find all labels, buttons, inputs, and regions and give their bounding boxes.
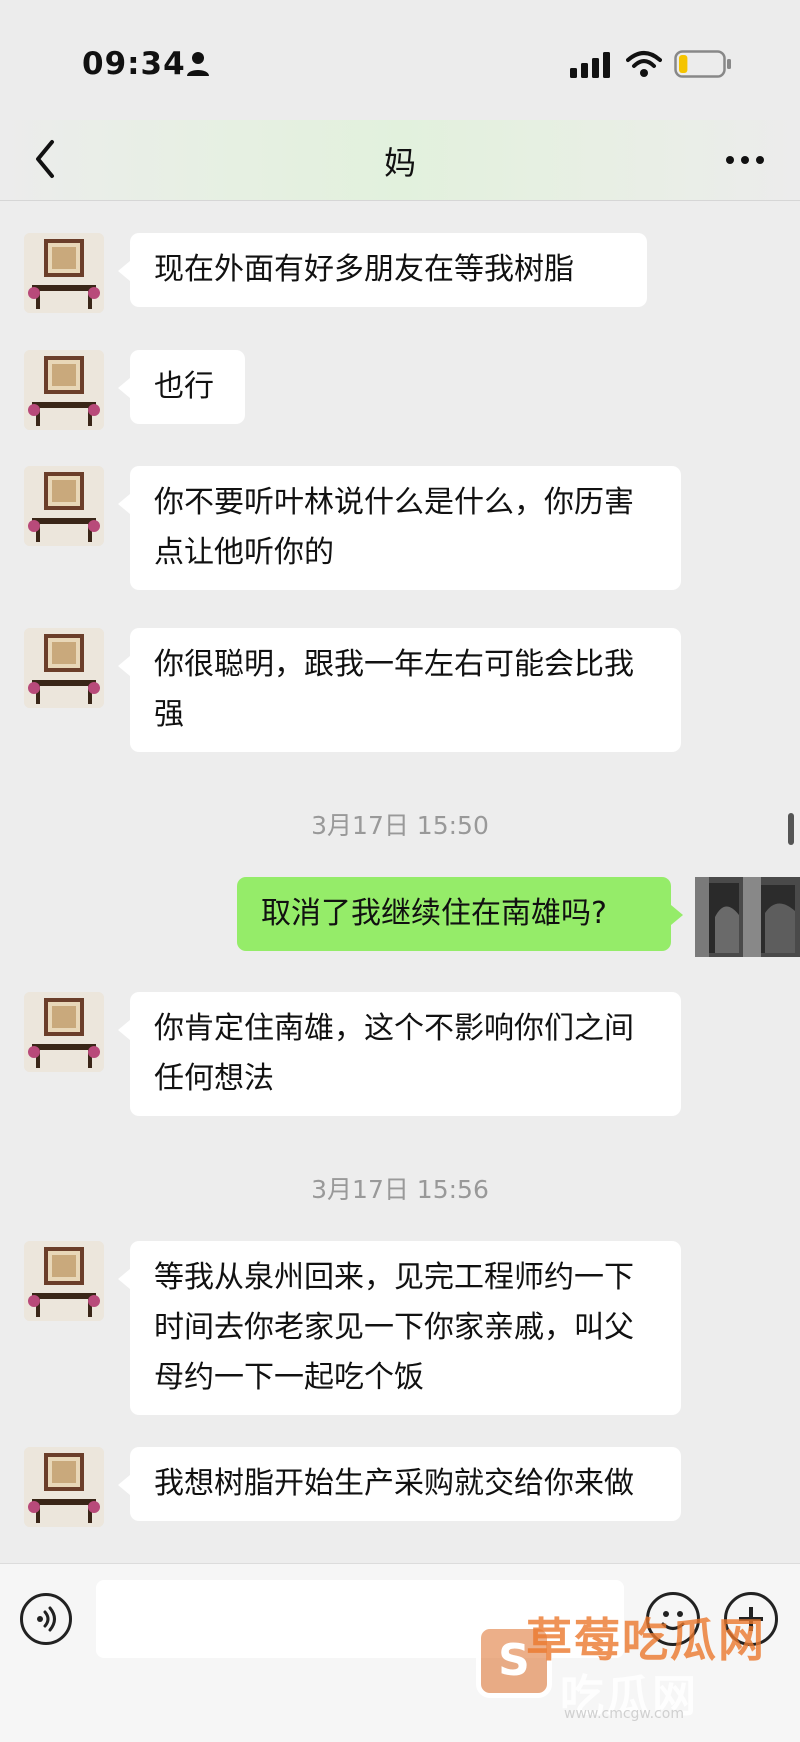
message-text: 等我从泉州回来，见完工程师约一下时间去你老家见一下你家亲戚，叫父母约一下一起吃个… <box>154 1260 634 1395</box>
chat-header: 妈 <box>0 120 800 201</box>
contact-avatar[interactable] <box>24 233 104 313</box>
emoji-icon <box>661 1611 685 1630</box>
message-text: 你肯定住南雄，这个不影响你们之间任何想法 <box>154 1011 634 1096</box>
message-bubble: 你不要听叶林说什么是什么，你历害点让他听你的 <box>118 466 681 590</box>
message-text: 你不要听叶林说什么是什么，你历害点让他听你的 <box>154 485 634 570</box>
input-bar <box>0 1563 800 1742</box>
message-timestamp: 3月17日 15:56 <box>311 1175 489 1204</box>
message-timestamp: 3月17日 15:50 <box>311 811 489 840</box>
battery-icon <box>674 50 731 78</box>
contact-avatar[interactable] <box>24 1447 104 1527</box>
scroll-indicator[interactable] <box>788 813 794 845</box>
message-text: 也行 <box>154 369 214 404</box>
status-bar: 09:34 <box>0 0 800 120</box>
message-bubble: 你肯定住南雄，这个不影响你们之间任何想法 <box>118 992 681 1116</box>
wifi-icon <box>626 51 662 77</box>
message-bubble: 也行 <box>118 350 245 424</box>
emoji-button[interactable] <box>646 1592 700 1646</box>
self-avatar[interactable] <box>695 877 800 957</box>
contact-avatar[interactable] <box>24 350 104 430</box>
status-time: 09:34 <box>82 46 186 82</box>
more-icon[interactable] <box>722 142 768 178</box>
message-text: 我想树脂开始生产采购就交给你来做 <box>154 1466 634 1501</box>
more-actions-button[interactable] <box>724 1592 778 1646</box>
message-bubble: 等我从泉州回来，见完工程师约一下时间去你老家见一下你家亲戚，叫父母约一下一起吃个… <box>118 1241 681 1415</box>
contact-avatar[interactable] <box>24 628 104 708</box>
message-text: 你很聪明，跟我一年左右可能会比我强 <box>154 647 634 732</box>
message-bubble: 我想树脂开始生产采购就交给你来做 <box>118 1447 681 1521</box>
message-input[interactable] <box>96 1580 624 1658</box>
self-message-bubble: 取消了我继续住在南雄吗? <box>237 877 683 951</box>
message-text: 现在外面有好多朋友在等我树脂 <box>154 252 574 287</box>
contact-avatar[interactable] <box>24 992 104 1072</box>
contact-avatar[interactable] <box>24 466 104 546</box>
person-icon <box>187 52 209 76</box>
voice-input-button[interactable] <box>20 1593 72 1645</box>
message-bubble: 你很聪明，跟我一年左右可能会比我强 <box>118 628 681 752</box>
voice-icon <box>37 1606 56 1632</box>
message-bubble: 现在外面有好多朋友在等我树脂 <box>118 233 647 307</box>
message-text: 取消了我继续住在南雄吗? <box>261 896 607 931</box>
contact-avatar[interactable] <box>24 1241 104 1321</box>
chat-title: 妈 <box>383 144 416 182</box>
signal-icon <box>570 52 610 78</box>
